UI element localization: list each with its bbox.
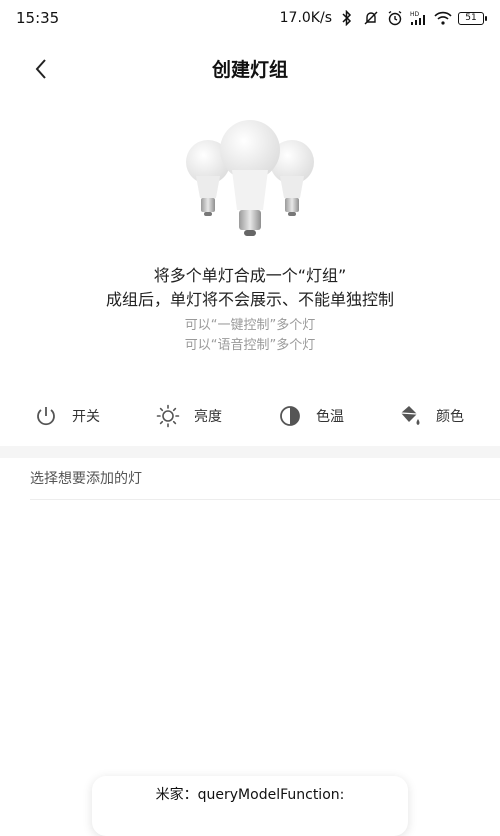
light-bulbs-image [180,118,320,248]
hd-signal-icon: HD [410,9,428,27]
features-row: 开关 亮度 色温 颜色 [0,398,500,434]
net-speed: 17.0K/s [279,10,332,26]
page-title: 创建灯组 [211,58,288,81]
divider [30,499,500,500]
toast-text: 米家：queryModelFunction: [155,787,345,803]
wifi-icon [434,9,452,27]
feature-color-temperature: 色温 [278,404,344,428]
color-temperature-icon [278,404,302,428]
feature-color: 颜色 [398,404,464,428]
section-label: 选择想要添加的灯 [30,471,142,487]
battery-icon: 51 [458,11,487,25]
description-line-1: 将多个单灯合成一个“灯组” [153,266,347,285]
status-bar: 15:35 17.0K/s HD 51 [0,0,500,36]
mute-icon [362,9,380,27]
description-line-2: 成组后，单灯将不会展示、不能单独控制 [105,290,394,309]
feature-label: 开关 [72,409,100,425]
nav-bar: 创建灯组 [0,46,500,90]
paint-bucket-icon [398,404,422,428]
feature-label: 颜色 [436,409,464,425]
svg-text:HD: HD [410,11,420,18]
back-button[interactable] [26,54,56,84]
description: 将多个单灯合成一个“灯组” 成组后，单灯将不会展示、不能单独控制 可以“一键控制… [0,264,500,356]
description-line-4: 可以“语音控制”多个灯 [184,338,316,353]
feature-brightness: 亮度 [156,404,222,428]
chevron-left-icon [35,59,46,79]
feature-label: 色温 [316,409,344,425]
toast-message: 米家：queryModelFunction: [92,776,408,836]
feature-power: 开关 [34,404,100,428]
bluetooth-icon [338,9,356,27]
section-divider [0,446,500,458]
brightness-icon [156,404,180,428]
power-icon [34,404,58,428]
description-line-3: 可以“一键控制”多个灯 [184,318,316,333]
alarm-icon [386,9,404,27]
feature-label: 亮度 [194,409,222,425]
status-icons: 17.0K/s HD 51 [279,9,487,27]
status-time: 15:35 [16,9,60,27]
